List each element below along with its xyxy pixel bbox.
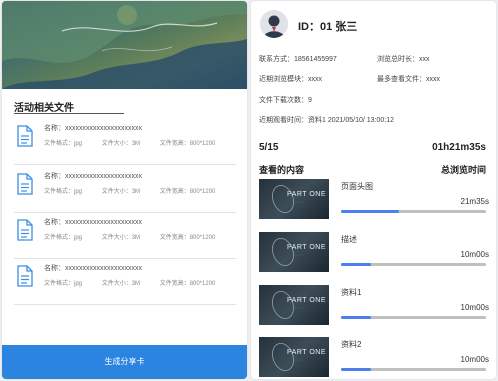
content-progress-fill	[341, 210, 399, 213]
file-size: 文件大小：3M	[101, 281, 141, 287]
file-item[interactable]: 名称：xxxxxxxxxxxxxxxxxxxxxx 文件格式：jpg 文件大小：…	[14, 121, 236, 165]
content-thumbnail: PART ONE ◦ ◦ ◦ ◦ ◦ ◦	[259, 179, 329, 219]
contact-info: 联系方式：18561455997	[259, 56, 337, 63]
file-name: 名称：xxxxxxxxxxxxxxxxxxxxxx	[44, 265, 142, 272]
thumbnail-title: PART ONE	[287, 191, 327, 198]
viewed-content-heading: 查看的内容	[259, 165, 305, 175]
file-meta: 文件格式：jpg 文件大小：3M 文件宽高：800*1200	[44, 232, 233, 241]
file-size: 文件大小：3M	[101, 141, 141, 147]
content-item[interactable]: PART ONE ◦ ◦ ◦ ◦ ◦ ◦ 资料2 10m00s	[259, 337, 489, 379]
file-dims: 文件宽高：800*1200	[159, 141, 216, 147]
total-duration-heading: 总浏览时间	[440, 165, 486, 175]
content-item[interactable]: PART ONE ◦ ◦ ◦ ◦ ◦ ◦ 描述 10m00s	[259, 232, 489, 274]
recent-view-time: 近期观看时间：资料1 2021/05/10/ 13:00:12	[259, 117, 395, 124]
files-panel: 活动相关文件 名称：xxxxxxxxxxxxxxxxxxxxxx 文件格式：jp…	[2, 1, 247, 379]
document-icon	[17, 265, 33, 287]
content-progress-bar	[341, 316, 486, 319]
generate-share-card-button[interactable]: 生成分享卡	[2, 345, 247, 379]
file-size: 文件大小：3M	[101, 235, 141, 241]
document-icon	[17, 173, 33, 195]
content-progress-fill	[341, 263, 372, 266]
file-format: 文件格式：jpg	[44, 189, 83, 195]
document-icon	[17, 125, 33, 147]
file-meta: 文件格式：jpg 文件大小：3M 文件宽高：800*1200	[44, 138, 233, 147]
content-progress-bar	[341, 210, 486, 213]
user-id: ID：01 张三	[298, 21, 358, 33]
file-name: 名称：xxxxxxxxxxxxxxxxxxxxxx	[44, 125, 142, 132]
content-thumbnail: PART ONE ◦ ◦ ◦ ◦ ◦ ◦	[259, 285, 329, 325]
content-title: 资料1	[341, 288, 362, 297]
content-time: 10m00s	[460, 303, 489, 312]
file-size: 文件大小：3M	[101, 189, 141, 195]
file-item[interactable]: 名称：xxxxxxxxxxxxxxxxxxxxxx 文件格式：jpg 文件大小：…	[14, 261, 236, 305]
file-item[interactable]: 名称：xxxxxxxxxxxxxxxxxxxxxx 文件格式：jpg 文件大小：…	[14, 169, 236, 213]
content-title: 资料2	[341, 340, 362, 349]
thumbnail-title: PART ONE	[287, 297, 327, 304]
content-progress-fill	[341, 368, 372, 371]
view-progress: 5/15	[259, 142, 279, 153]
download-count: 文件下载次数：9	[259, 97, 312, 104]
document-icon	[17, 219, 33, 241]
thumbnail-subtitle: ◦ ◦ ◦ ◦ ◦ ◦	[293, 253, 304, 257]
file-format: 文件格式：jpg	[44, 235, 83, 241]
file-dims: 文件宽高：800*1200	[159, 281, 216, 287]
file-format: 文件格式：jpg	[44, 141, 83, 147]
content-time: 10m00s	[460, 355, 489, 364]
file-format: 文件格式：jpg	[44, 281, 83, 287]
content-progress-fill	[341, 316, 372, 319]
user-stats-panel: ID：01 张三 联系方式：18561455997 浏览总时长：xxx 近期浏览…	[251, 1, 496, 379]
content-item[interactable]: PART ONE ◦ ◦ ◦ ◦ ◦ ◦ 资料1 10m00s	[259, 285, 489, 327]
content-title: 描述	[341, 235, 357, 244]
file-meta: 文件格式：jpg 文件大小：3M 文件宽高：800*1200	[44, 186, 233, 195]
file-item[interactable]: 名称：xxxxxxxxxxxxxxxxxxxxxx 文件格式：jpg 文件大小：…	[14, 215, 236, 259]
file-dims: 文件宽高：800*1200	[159, 235, 216, 241]
content-item[interactable]: PART ONE ◦ ◦ ◦ ◦ ◦ ◦ 页面头图 21m35s	[259, 179, 489, 221]
content-progress-bar	[341, 263, 486, 266]
banner-image	[2, 1, 247, 89]
thumbnail-subtitle: ◦ ◦ ◦ ◦ ◦ ◦	[293, 200, 304, 204]
section-title-underline	[14, 113, 124, 114]
thumbnail-subtitle: ◦ ◦ ◦ ◦ ◦ ◦	[293, 306, 304, 310]
total-browse-duration: 浏览总时长：xxx	[377, 56, 430, 63]
thumbnail-title: PART ONE	[287, 349, 327, 356]
file-name: 名称：xxxxxxxxxxxxxxxxxxxxxx	[44, 219, 142, 226]
total-view-time: 01h21m35s	[432, 142, 486, 153]
thumbnail-title: PART ONE	[287, 244, 327, 251]
file-meta: 文件格式：jpg 文件大小：3M 文件宽高：800*1200	[44, 278, 233, 287]
content-title: 页面头图	[341, 182, 373, 191]
content-progress-bar	[341, 368, 486, 371]
most-viewed-file: 最多查看文件：xxxx	[377, 76, 440, 83]
section-title: 活动相关文件	[14, 103, 74, 114]
file-dims: 文件宽高：800*1200	[159, 189, 216, 195]
file-name: 名称：xxxxxxxxxxxxxxxxxxxxxx	[44, 173, 142, 180]
user-avatar-icon	[260, 10, 288, 38]
content-thumbnail: PART ONE ◦ ◦ ◦ ◦ ◦ ◦	[259, 232, 329, 272]
content-time: 21m35s	[460, 197, 489, 206]
content-time: 10m00s	[460, 250, 489, 259]
content-thumbnail: PART ONE ◦ ◦ ◦ ◦ ◦ ◦	[259, 337, 329, 377]
recent-module: 近期浏览模块：xxxx	[259, 76, 322, 83]
thumbnail-subtitle: ◦ ◦ ◦ ◦ ◦ ◦	[293, 358, 304, 362]
